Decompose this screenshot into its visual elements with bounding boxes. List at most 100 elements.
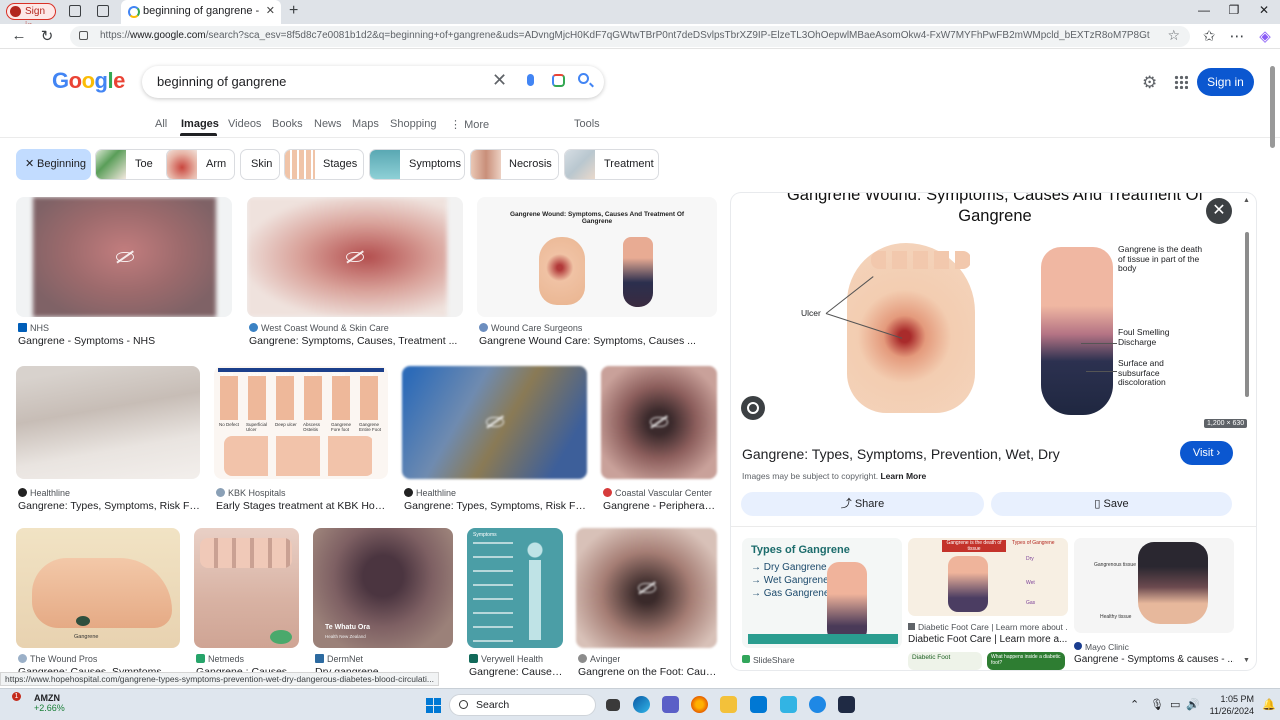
related-extra-2[interactable]: What happens inside a diabetic foot? [987,652,1065,670]
result-image-12[interactable] [576,528,717,648]
chip-stages[interactable]: Stages [284,149,364,180]
google-apps-icon[interactable] [1174,75,1188,89]
task-view-icon[interactable] [606,699,620,711]
address-bar[interactable]: https://www.google.com/search?sca_esv=8f… [70,26,1190,47]
google-logo[interactable]: Google [52,68,125,94]
chip-toe[interactable]: Toe [95,149,177,180]
tab-videos[interactable]: Videos [228,118,261,130]
search-box[interactable]: beginning of gangrene ✕ [142,66,604,98]
network-icon[interactable]: ▭ [1170,698,1180,711]
scroll-up-icon[interactable]: ▲ [1243,197,1250,204]
related-caption-2[interactable]: Diabetic Foot Care | Learn more a... [908,634,1068,645]
tools-button[interactable]: Tools [574,118,600,130]
related-source-3[interactable]: Mayo Clinic [1074,642,1129,652]
chip-remove-icon[interactable]: ✕ [25,150,34,179]
clear-search-icon[interactable]: ✕ [492,70,507,91]
preview-title[interactable]: Gangrene: Types, Symptoms, Prevention, W… [742,446,1060,462]
page-scroll-thumb[interactable] [1270,66,1275,148]
new-tab-icon[interactable]: + [289,2,298,20]
result-card-4[interactable]: Healthline Gangrene: Types, Symptoms, Ri… [16,366,200,514]
learn-more-link[interactable]: Learn More [880,471,926,481]
result-image-10[interactable]: Te Whatu Ora Health New Zealand [313,528,453,648]
system-clock[interactable]: 1:05 PM 11/26/2024 [1204,693,1254,717]
result-image-1[interactable] [16,197,232,317]
chip-arm[interactable]: Arm [166,149,235,180]
result-source-1[interactable]: NHS [18,323,49,333]
result-card-11[interactable]: Symptoms Verywell Health Gangrene: Cause… [467,528,563,678]
workspaces-icon[interactable] [69,5,81,17]
chip-symptoms[interactable]: Symptoms [369,149,465,180]
result-image-2[interactable] [247,197,463,317]
result-image-9[interactable] [194,528,299,648]
result-image-6[interactable] [402,366,587,479]
related-card-3[interactable]: Gangrenous tissue Healthy tissue Mayo Cl… [1074,538,1234,670]
tab-actions-icon[interactable] [97,5,109,17]
close-window-icon[interactable]: ✕ [1254,3,1274,17]
result-image-5[interactable]: Stage Stage Stage Stage Stage Stage No Defect… [214,366,388,479]
page-scrollbar[interactable] [1268,56,1278,684]
file-explorer-icon[interactable] [720,696,737,713]
result-caption-3[interactable]: Gangrene Wound Care: Symptoms, Causes ..… [479,335,713,347]
menu-dots-icon[interactable]: ⋯ [1228,27,1246,45]
close-preview-button[interactable]: ✕ [1206,198,1232,224]
panel-scroll-thumb[interactable] [1245,232,1249,397]
result-source-12[interactable]: Avinger [578,654,620,664]
chip-beginning[interactable]: ✕ Beginning [16,149,91,180]
stock-widget[interactable]: 1 AMZN +2.66% [12,692,65,713]
app-icon[interactable] [780,696,797,713]
related-image-3[interactable]: Gangrenous tissue Healthy tissue [1074,538,1234,633]
outlook-icon[interactable] [750,696,767,713]
microphone-icon[interactable]: 🎙 [1150,698,1164,711]
related-source-2[interactable]: Diabetic Foot Care | Learn more about ..… [908,622,1068,632]
result-card-3[interactable]: Gangrene Wound: Symptoms, Causes And Tre… [477,197,717,347]
scroll-down-icon[interactable]: ▼ [1243,657,1250,664]
preview-image[interactable]: Gangrene Wound: Symptoms, Causes And Tre… [751,193,1239,431]
firefox-icon[interactable] [691,696,708,713]
related-source-1[interactable]: SlideShare [742,655,795,665]
tab-images[interactable]: Images [181,118,219,130]
related-caption-3[interactable]: Gangrene - Symptoms & causes - ... [1074,654,1234,665]
result-image-8[interactable]: Gangrene [16,528,180,648]
result-caption-11[interactable]: Gangrene: Causes, ... [469,666,563,678]
result-source-3[interactable]: Wound Care Surgeons [479,323,582,333]
back-icon[interactable]: ← [10,27,28,44]
result-source-8[interactable]: The Wound Pros [18,654,97,664]
lens-search-image-icon[interactable] [741,396,765,420]
result-image-4[interactable] [16,366,200,479]
profile-signin-button[interactable]: Sign in [6,3,56,32]
terminal-app-icon[interactable] [838,696,855,713]
result-source-9[interactable]: Netmeds [196,654,244,664]
result-caption-6[interactable]: Gangrene: Types, Symptoms, Risk Factor..… [404,500,587,512]
tab-more[interactable]: ⋮ More [450,118,489,131]
voice-search-icon[interactable] [527,74,534,86]
result-card-10[interactable]: Te Whatu Ora Health New Zealand DermNet … [313,528,453,678]
google-signin-button[interactable]: Sign in [1197,68,1254,96]
result-caption-12[interactable]: Gangrene on the Foot: Causes... [578,666,717,678]
result-caption-1[interactable]: Gangrene - Symptoms - NHS [18,335,228,347]
result-card-12[interactable]: Avinger Gangrene on the Foot: Causes... [576,528,717,678]
save-button[interactable]: ▯ Save [991,492,1232,516]
result-card-9[interactable]: Netmeds Gangrene : Causes, S... [194,528,299,678]
result-card-6[interactable]: Healthline Gangrene: Types, Symptoms, Ri… [402,366,587,514]
helper-app-icon[interactable] [809,696,826,713]
panel-scrollbar[interactable]: ▲ ▼ [1243,197,1251,664]
result-source-7[interactable]: Coastal Vascular Center [603,488,712,498]
result-card-8[interactable]: Gangrene The Wound Pros Gangrene: Causes… [16,528,180,678]
site-info-icon[interactable] [79,31,88,40]
tab-books[interactable]: Books [272,118,303,130]
result-card-5[interactable]: Stage Stage Stage Stage Stage Stage No Defect… [214,366,388,514]
visit-button[interactable]: Visit › [1180,441,1233,465]
restore-icon[interactable]: ❐ [1224,3,1244,17]
tab-news[interactable]: News [314,118,342,130]
related-image-1[interactable]: Types of Gangrene → Dry Gangrene → Wet G… [742,538,902,648]
result-image-3[interactable]: Gangrene Wound: Symptoms, Causes And Tre… [477,197,717,317]
result-caption-2[interactable]: Gangrene: Symptoms, Causes, Treatment ..… [249,335,459,347]
tab-all[interactable]: All [155,118,167,130]
start-windows-icon[interactable] [426,698,441,713]
reload-icon[interactable]: ↻ [38,27,56,45]
minimize-icon[interactable]: — [1194,3,1214,17]
share-button[interactable]: ⤴ Share [741,492,984,516]
teams-icon[interactable] [662,696,679,713]
result-card-7[interactable]: Coastal Vascular Center Gangrene - Perip… [601,366,717,514]
chip-necrosis[interactable]: Necrosis [470,149,559,180]
